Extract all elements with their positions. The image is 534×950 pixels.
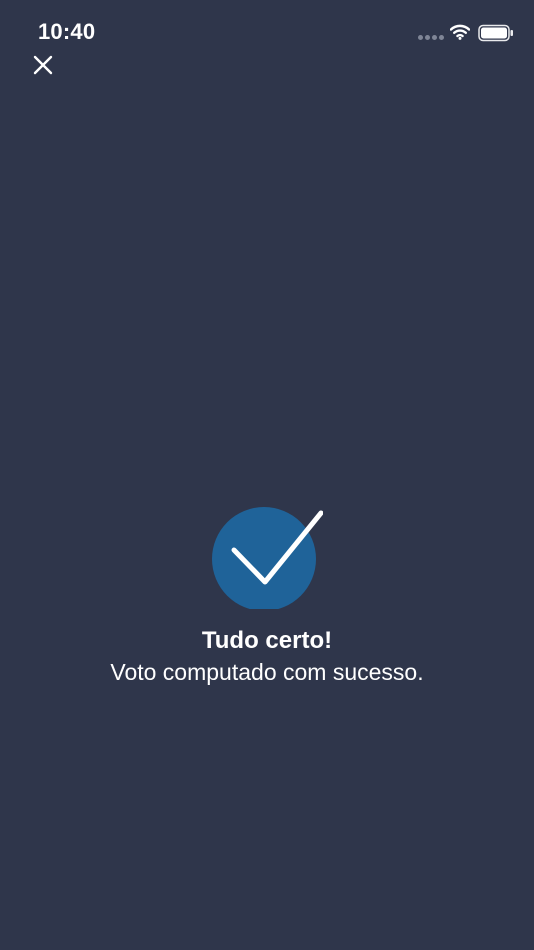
success-title: Tudo certo! [201,627,333,654]
wifi-icon [450,24,470,40]
signal-dots-icon [418,35,444,41]
check-icon [212,507,323,609]
close-button[interactable] [28,50,58,80]
battery-icon [478,24,513,42]
success-message: Voto computado com sucesso. [110,659,424,685]
status-bar: 10:40 [0,0,534,58]
close-icon [33,55,53,75]
status-time: 10:40 [38,19,96,44]
